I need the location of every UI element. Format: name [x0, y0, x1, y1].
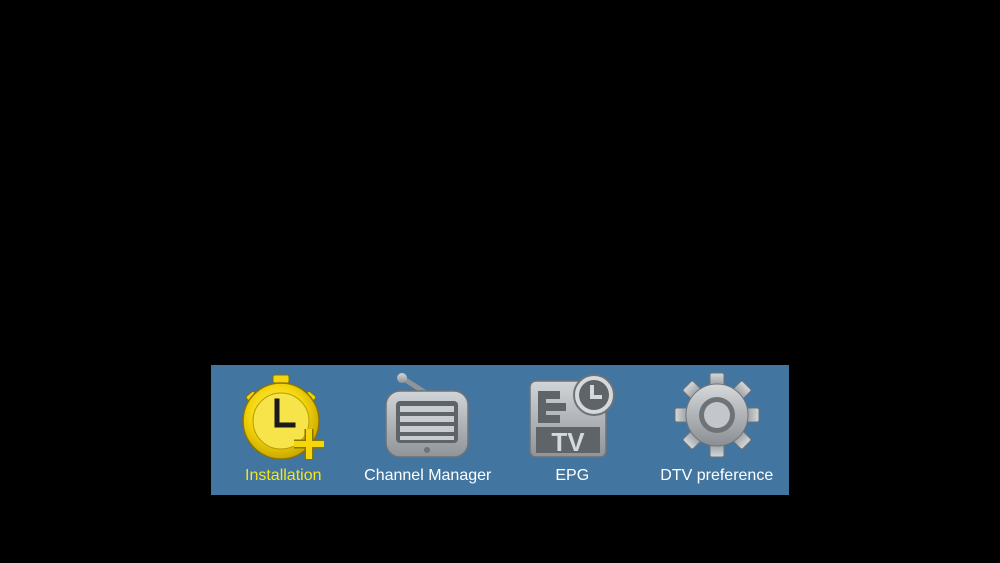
- menu-item-dtv-preference[interactable]: DTV preference: [645, 365, 790, 495]
- gear-icon: [667, 371, 767, 463]
- menu-item-epg[interactable]: TV EPG: [500, 365, 645, 495]
- tv-list-icon: [378, 371, 478, 463]
- svg-text:TV: TV: [552, 427, 586, 457]
- tv-screen: Installation Channel Manager TV EPG DTV …: [0, 0, 1000, 563]
- menu-item-label: Installation: [245, 467, 322, 484]
- menu-item-installation[interactable]: Installation: [211, 365, 356, 495]
- menu-item-label: Channel Manager: [364, 467, 492, 484]
- menu-item-label: DTV preference: [660, 467, 774, 484]
- stopwatch-plus-icon: [233, 371, 333, 463]
- menu-item-label: EPG: [555, 467, 590, 484]
- epg-tv-clock-icon: TV: [522, 371, 622, 463]
- menu-item-channel-manager[interactable]: Channel Manager: [356, 365, 501, 495]
- main-menu-bar: Installation Channel Manager TV EPG DTV …: [211, 365, 789, 495]
